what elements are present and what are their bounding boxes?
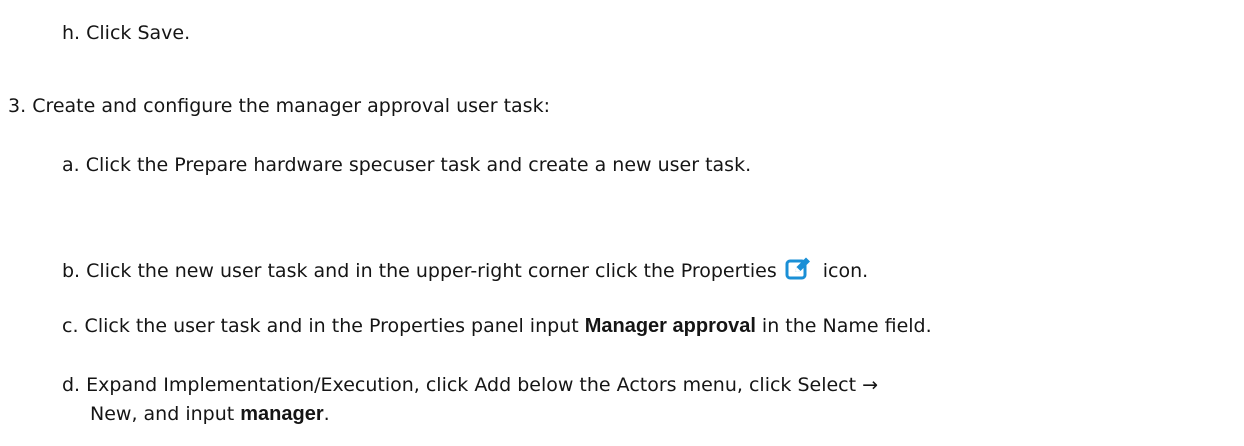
step-c-rest: field. xyxy=(878,315,932,337)
properties-gui-label: Properties xyxy=(680,260,777,282)
step-h: h. Click Save. xyxy=(62,21,190,45)
step-c-mid2: in the xyxy=(755,315,823,337)
implementation-execution-label: Implementation/Execution xyxy=(163,374,414,396)
add-gui-label: Add xyxy=(474,374,512,396)
step-d-text2: , click xyxy=(413,374,475,396)
new-gui-label: New xyxy=(90,403,132,425)
step-d-text1: Expand xyxy=(86,374,164,396)
step-d-text4: menu, click xyxy=(676,374,798,396)
step-b-rest: icon. xyxy=(822,260,869,282)
step-c-text: Click the user task and in the xyxy=(84,315,369,337)
properties-panel-label: Properties xyxy=(368,315,465,337)
step-b-marker: b. xyxy=(62,260,81,282)
step-a-marker: a. xyxy=(62,154,80,176)
edit-properties-icon xyxy=(785,255,813,281)
select-gui-label: Select → xyxy=(797,374,879,396)
manager-approval-value: Manager approval xyxy=(584,315,756,337)
step-d-text5: , and input xyxy=(131,403,241,425)
step-b: b. Click the new user task and in the up… xyxy=(62,255,868,283)
step-d-marker: d. xyxy=(62,374,81,396)
step-d-continued: New, and input manager. xyxy=(90,402,330,426)
step-c: c. Click the user task and in the Proper… xyxy=(62,314,932,338)
step-h-text: Click xyxy=(86,22,138,44)
step-h-marker: h. xyxy=(62,22,81,44)
step-3: 3. Create and configure the manager appr… xyxy=(8,94,550,118)
prepare-hardware-spec-label: Prepare hardware spec xyxy=(174,154,393,176)
manager-value: manager xyxy=(240,403,324,425)
step-b-text: Click the new user task and in the upper… xyxy=(86,260,681,282)
step-h-period: . xyxy=(184,22,191,44)
step-a: a. Click the Prepare hardware specuser t… xyxy=(62,153,751,177)
actors-menu-label: Actors xyxy=(616,374,677,396)
step-a-rest: user task and create a new user task. xyxy=(392,154,752,176)
step-3-marker: 3. xyxy=(8,95,27,117)
step-d-text6: . xyxy=(323,403,330,425)
document-body: h. Click Save. 3. Create and configure t… xyxy=(0,0,1244,446)
step-c-marker: c. xyxy=(62,315,79,337)
save-gui-label: Save xyxy=(137,22,185,44)
step-c-mid1: panel input xyxy=(465,315,585,337)
step-3-text: Create and configure the manager approva… xyxy=(32,95,550,117)
step-d: d. Expand Implementation/Execution, clic… xyxy=(62,373,878,397)
step-d-text3: below the xyxy=(511,374,617,396)
step-a-text: Click the xyxy=(85,154,175,176)
name-field-label: Name xyxy=(822,315,879,337)
